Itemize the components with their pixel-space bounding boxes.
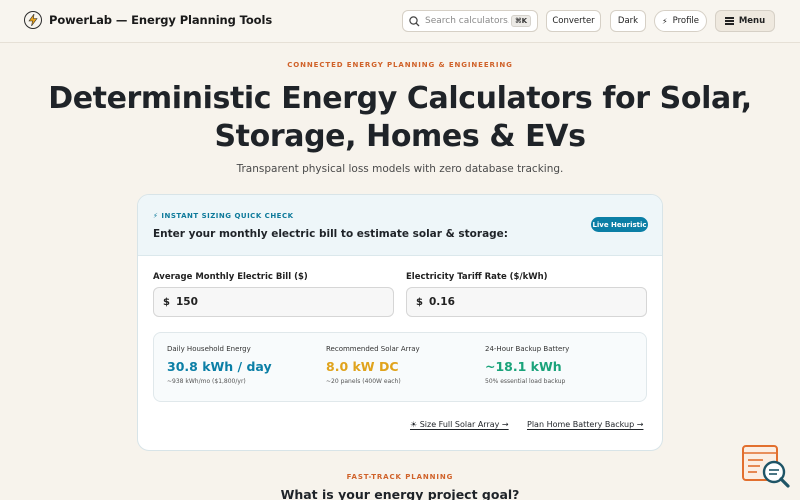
dark-mode-button[interactable]: Dark [610,10,646,32]
search-shortcut-badge: ⌘K [511,15,531,27]
help-search-widget-icon[interactable] [741,444,791,489]
brand[interactable]: PowerLab — Energy Planning Tools [24,11,272,29]
lightning-icon: ⚡ [661,16,668,26]
hero-subtitle: Transparent physical loss models with ze… [236,163,564,175]
brand-title: PowerLab — Energy Planning Tools [49,13,273,27]
bill-currency-symbol: $ [163,296,170,308]
profile-label: Profile [672,16,700,26]
profile-button[interactable]: ⚡ Profile [654,10,707,32]
converter-button[interactable]: Converter [546,10,601,32]
results-panel: Daily Household Energy 30.8 kWh / day ~9… [153,332,647,402]
hero-eyebrow: CONNECTED ENERGY PLANNING & ENGINEERING [287,61,513,69]
menu-label: Menu [738,16,766,26]
result-daily-energy: Daily Household Energy 30.8 kWh / day ~9… [167,345,272,385]
result-value: 30.8 kWh / day [167,359,272,374]
top-header: PowerLab — Energy Planning Tools ⌘K Conv… [0,0,800,43]
rate-label: Electricity Tariff Rate ($/kWh) [406,272,548,282]
page-title-line-2: Storage, Homes & EVs [214,119,586,154]
rate-input[interactable] [428,296,609,308]
rate-field[interactable]: $ [406,287,647,317]
bill-input[interactable] [175,296,356,308]
hamburger-icon [724,15,734,26]
rate-currency-symbol: $ [416,296,423,308]
fast-track-eyebrow: FAST-TRACK PLANNING [346,473,454,481]
result-solar-array: Recommended Solar Array 8.0 kW DC ~20 pa… [326,345,420,385]
project-goal-heading: What is your energy project goal? [280,487,520,500]
page-title: Deterministic Energy Calculators for Sol… [0,80,800,156]
result-value: 8.0 kW DC [326,359,399,374]
size-solar-array-link[interactable]: ☀ Size Full Solar Array → [410,420,509,429]
search-input[interactable] [425,16,509,26]
result-label: Daily Household Energy [167,345,251,353]
result-label: Recommended Solar Array [326,345,420,353]
page-title-line-1: Deterministic Energy Calculators for Sol… [48,81,752,116]
quick-check-card: ⚡ INSTANT SIZING QUICK CHECK Enter your … [137,194,663,451]
quick-check-label: ⚡ INSTANT SIZING QUICK CHECK [153,212,294,220]
plan-battery-backup-link[interactable]: Plan Home Battery Backup → [527,420,643,429]
bill-field[interactable]: $ [153,287,394,317]
search-icon [409,12,420,31]
search-box[interactable]: ⌘K [402,10,538,32]
lightning-logo-icon [24,11,42,29]
result-backup-battery: 24-Hour Backup Battery ~18.1 kWh 50% ess… [485,345,569,385]
live-heuristic-badge: Live Heuristic [591,217,648,232]
result-value: ~18.1 kWh [485,359,562,374]
card-header: ⚡ INSTANT SIZING QUICK CHECK Enter your … [138,195,662,256]
result-note: ~938 kWh/mo ($1,800/yr) [167,378,246,385]
result-note: ~20 panels (400W each) [326,378,401,385]
result-note: 50% essential load backup [485,378,566,385]
menu-button[interactable]: Menu [715,10,775,32]
bill-label: Average Monthly Electric Bill ($) [153,272,308,282]
card-title: Enter your monthly electric bill to esti… [153,228,509,240]
result-label: 24-Hour Backup Battery [485,345,570,353]
